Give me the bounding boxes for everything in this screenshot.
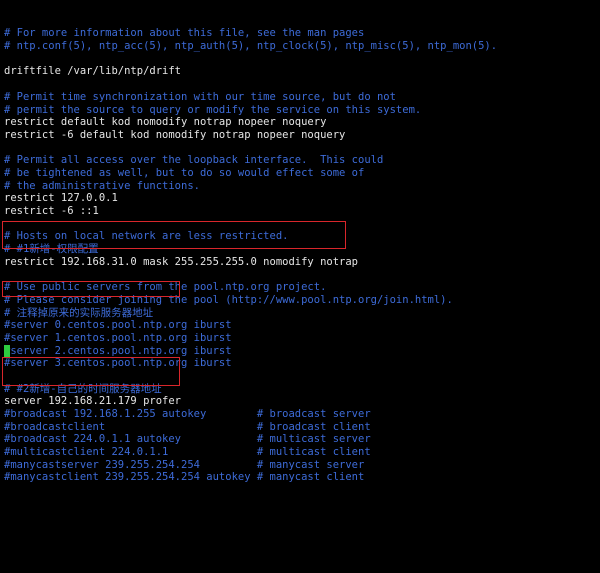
code-line: driftfile /var/lib/ntp/drift bbox=[4, 65, 182, 78]
code-line: # Use public servers from the pool.ntp.o… bbox=[4, 281, 327, 294]
code-line: restrict -6 default kod nomodify notrap … bbox=[4, 128, 346, 141]
code-line: # permit the source to query or modify t… bbox=[4, 103, 422, 116]
code-line: # Hosts on local network are less restri… bbox=[4, 230, 289, 243]
code-line: # be tightened as well, but to do so wou… bbox=[4, 166, 365, 179]
code-line: # #1新增-权限配置 bbox=[4, 243, 99, 256]
code-line: #server 1.centos.pool.ntp.org iburst bbox=[4, 331, 232, 344]
code-line: #server 3.centos.pool.ntp.org iburst bbox=[4, 357, 232, 370]
code-line: # Permit all access over the loopback in… bbox=[4, 154, 384, 167]
code-line: # ntp.conf(5), ntp_acc(5), ntp_auth(5), … bbox=[4, 40, 498, 53]
code-line: #multicastclient 224.0.1.1 # multicast c… bbox=[4, 446, 371, 459]
code-line: #broadcastclient # broadcast client bbox=[4, 420, 371, 433]
terminal-editor[interactable]: # For more information about this file, … bbox=[0, 0, 600, 483]
code-line: restrict 192.168.31.0 mask 255.255.255.0… bbox=[4, 255, 359, 268]
code-line: server 192.168.21.179 profer bbox=[4, 395, 182, 408]
code-line: # 注释掉原来的实际服务器地址 bbox=[4, 306, 154, 319]
text-cursor bbox=[4, 345, 10, 357]
code-line: #broadcast 224.0.1.1 autokey # multicast… bbox=[4, 433, 371, 446]
code-line: restrict -6 ::1 bbox=[4, 205, 99, 218]
code-line: # Please consider joining the pool (http… bbox=[4, 293, 453, 306]
code-line: #server 2.centos.pool.ntp.org iburst bbox=[4, 344, 232, 357]
code-line: #broadcast 192.168.1.255 autokey # broad… bbox=[4, 408, 371, 421]
code-line: # the administrative functions. bbox=[4, 179, 200, 192]
file-content: # For more information about this file, … bbox=[4, 27, 600, 484]
code-line: #manycastserver 239.255.254.254 # manyca… bbox=[4, 458, 365, 471]
code-line: restrict default kod nomodify notrap nop… bbox=[4, 116, 327, 129]
code-line: #server 0.centos.pool.ntp.org iburst bbox=[4, 319, 232, 332]
code-line: #manycastclient 239.255.254.254 autokey … bbox=[4, 471, 365, 484]
code-line: # #2新增-自己的时间服务器地址 bbox=[4, 382, 162, 395]
code-line: # Permit time synchronization with our t… bbox=[4, 90, 396, 103]
code-line: # For more information about this file, … bbox=[4, 27, 365, 40]
code-line: restrict 127.0.0.1 bbox=[4, 192, 118, 205]
